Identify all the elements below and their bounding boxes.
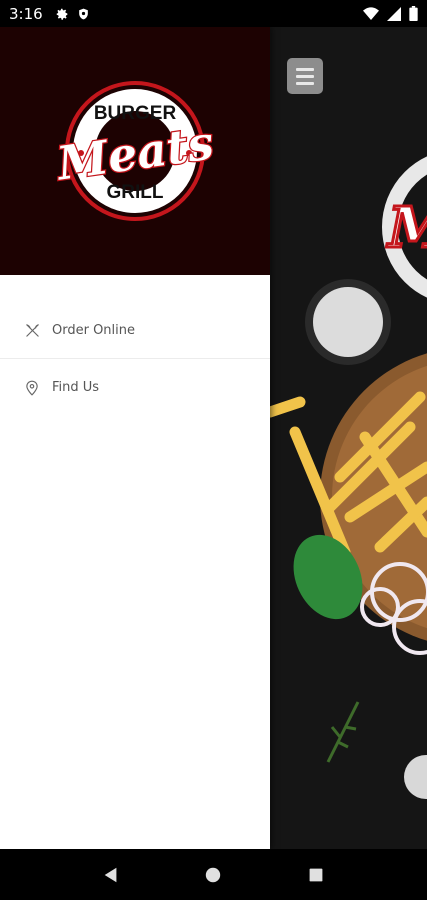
status-time: 3:16 bbox=[9, 4, 43, 23]
status-bar: 3:16 bbox=[0, 0, 427, 27]
svg-text:M: M bbox=[386, 195, 427, 261]
drawer-item-label: Find Us bbox=[52, 380, 100, 395]
drawer-item-label: Order Online bbox=[52, 322, 136, 338]
drawer-item-find-us[interactable]: Find Us bbox=[0, 359, 270, 416]
logo-bottom-text: GRILL bbox=[107, 182, 164, 203]
hamburger-menu-icon[interactable] bbox=[287, 58, 323, 94]
home-button[interactable] bbox=[193, 855, 233, 895]
recents-icon bbox=[309, 868, 323, 881]
signal-icon bbox=[387, 6, 401, 21]
system-nav-bar bbox=[0, 849, 427, 900]
back-button[interactable] bbox=[91, 855, 131, 895]
navigation-drawer: BURGER GRILL Meats Order Online Find Us bbox=[0, 27, 270, 849]
gear-icon bbox=[56, 8, 68, 20]
utensils-icon bbox=[24, 322, 40, 338]
shield-icon bbox=[78, 8, 88, 19]
brand-logo: BURGER GRILL Meats bbox=[50, 81, 218, 221]
wifi-icon bbox=[363, 6, 379, 20]
food-photo bbox=[270, 279, 427, 763]
back-icon bbox=[104, 867, 117, 882]
location-pin-icon bbox=[24, 380, 40, 396]
home-icon bbox=[206, 867, 221, 882]
drawer-menu: Order Online Find Us bbox=[0, 275, 270, 416]
drawer-item-order-online[interactable]: Order Online bbox=[0, 302, 270, 359]
recents-button[interactable] bbox=[296, 855, 336, 895]
battery-icon bbox=[409, 6, 418, 21]
drawer-header: BURGER GRILL Meats bbox=[0, 27, 270, 275]
